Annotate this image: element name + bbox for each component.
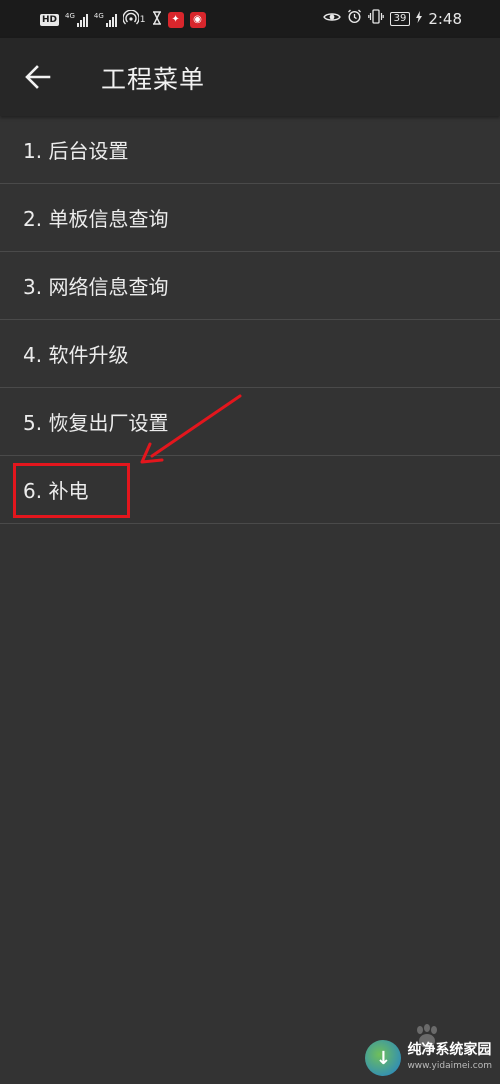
hotspot-icon	[122, 9, 140, 30]
arrow-left-icon	[25, 65, 51, 89]
annotation-arrow-icon	[140, 394, 242, 464]
app-notification-icon: ✦	[167, 12, 184, 28]
app-toolbar: 工程菜单	[0, 38, 500, 116]
sim1-network-label: 4G	[65, 12, 75, 20]
alarm-icon	[347, 9, 362, 28]
watermark-logo-icon: ↓	[365, 1040, 402, 1076]
annotation-highlight-box	[13, 463, 130, 518]
site-watermark: ↓ 纯净系统家园 www.yidaimei.com	[365, 1040, 492, 1076]
menu-item-label: 2. 单板信息查询	[23, 207, 169, 231]
menu-item-label: 3. 网络信息查询	[23, 275, 169, 299]
menu-item-factory-reset[interactable]: 5. 恢复出厂设置	[0, 388, 500, 456]
menu-item-background-settings[interactable]: 1. 后台设置	[0, 116, 500, 184]
menu-item-board-info[interactable]: 2. 单板信息查询	[0, 184, 500, 252]
weibo-notification-icon: ◉	[189, 12, 206, 28]
menu-item-software-upgrade[interactable]: 4. 软件升级	[0, 320, 500, 388]
charging-icon	[416, 10, 423, 27]
sim2-network-label: 4G	[93, 12, 104, 20]
menu-item-label: 4. 软件升级	[23, 343, 129, 367]
watermark-text: 纯净系统家园 www.yidaimei.com	[407, 1042, 492, 1074]
status-bar: HD 4G 4G 1 ✦ ◉ 39 2:48	[0, 0, 500, 38]
vibrate-icon	[367, 9, 384, 28]
status-time: 2:48	[428, 9, 462, 28]
menu-item-network-info[interactable]: 3. 网络信息查询	[0, 252, 500, 320]
signal-sim1-icon: 4G	[65, 13, 88, 27]
hotspot-count: 1	[139, 15, 146, 25]
back-button[interactable]	[18, 57, 58, 97]
status-right: 39 2:48	[322, 9, 462, 28]
eye-comfort-icon	[322, 10, 341, 28]
signal-sim2-icon: 4G	[94, 13, 117, 27]
menu-item-label: 1. 后台设置	[23, 139, 129, 163]
battery-icon: 39	[389, 11, 411, 26]
hd-icon: HD	[40, 14, 60, 26]
watermark-url: www.yidaimei.com	[407, 1061, 492, 1071]
screen: HD 4G 4G 1 ✦ ◉ 39 2:48 工程菜单 1. 后台设置 2. 单…	[0, 0, 500, 1084]
page-title: 工程菜单	[101, 65, 206, 94]
watermark-name: 纯净系统家园	[407, 1042, 492, 1058]
hourglass-icon	[152, 11, 162, 29]
status-left: HD 4G 4G 1 ✦ ◉	[40, 9, 206, 30]
